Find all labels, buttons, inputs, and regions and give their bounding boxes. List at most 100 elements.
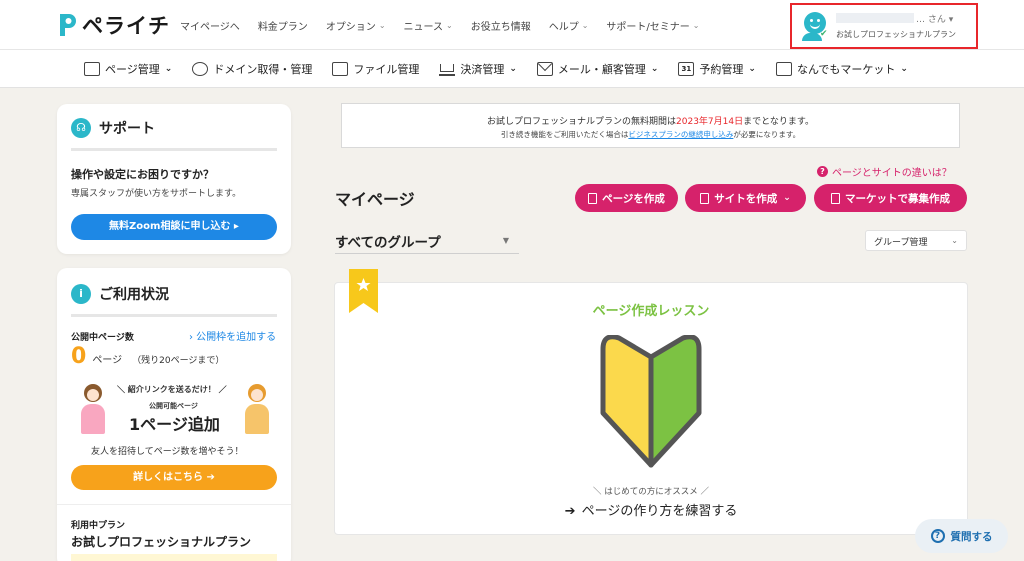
published-count: 0 ページ （残り20ページまで）: [71, 344, 224, 369]
business-plan-link[interactable]: ビジネスプランの継続申し込み: [628, 130, 733, 139]
button-label: ページを作成: [602, 192, 665, 205]
nav-label: マイページへ: [180, 22, 240, 33]
nav-label: お役立ち情報: [470, 22, 531, 33]
practice-link[interactable]: ➔ ページの作り方を練習する: [335, 500, 967, 519]
nav-pricing[interactable]: 料金プラン: [258, 18, 308, 33]
trial-notice: お試しプロフェッショナルプランの無料期間は2023年7月14日までとなります。 …: [341, 103, 960, 148]
chevron-down-icon: ⌄: [783, 193, 791, 203]
question-icon: ?: [930, 529, 945, 543]
headset-icon: ☊: [71, 118, 91, 138]
notice-text: お試しプロフェッショナルプランの無料期間は: [487, 117, 677, 127]
button-label: サイトを作成: [714, 192, 778, 205]
create-site-button[interactable]: サイトを作成 ⌄: [685, 184, 806, 212]
top-header: ペライチ マイページへ 料金プラン オプション ⌄ ニュース ⌄ お役立ち情報 ヘル…: [0, 0, 1024, 50]
published-pages-label: 公開中ページ数: [71, 333, 134, 343]
subnav-mail-customer[interactable]: メール・顧客管理 ⌄: [536, 61, 658, 77]
usage-header: i ご利用状況: [71, 284, 169, 304]
subnav-reservation[interactable]: 31 予約管理 ⌄: [678, 61, 756, 77]
diff-link-label: ページとサイトの違いは？: [832, 168, 952, 179]
group-filter-value: すべてのグループ: [335, 235, 441, 251]
logo-text: ペライチ: [82, 14, 170, 38]
lesson-title: ページ作成レッスン: [592, 304, 710, 319]
subnav-label: ファイル管理: [353, 63, 420, 76]
question-icon: ?: [817, 166, 828, 177]
published-count-value: 0: [71, 344, 87, 369]
subnav-label: メール・顧客管理: [557, 63, 646, 76]
mail-icon: [536, 62, 553, 76]
chevron-down-icon: ⌄: [951, 236, 958, 245]
beginner-mark-icon: [600, 335, 702, 468]
user-plan-label: お試しプロフェッショナルプラン: [836, 30, 956, 39]
page-manage-icon: [84, 62, 100, 76]
subnav-page-management[interactable]: ページ管理 ⌄: [84, 61, 172, 77]
chevron-down-icon: ⌄: [581, 21, 589, 30]
subnav-label: ドメイン取得・管理: [213, 63, 313, 76]
page-title: マイページ: [335, 190, 415, 209]
group-filter-select[interactable]: すべてのグループ ▼: [335, 228, 519, 254]
promo-top-text: ＼ 紹介リンクを送るだけ！ ／: [117, 385, 227, 394]
management-nav: ページ管理 ⌄ ドメイン取得・管理 ファイル管理 決済管理 ⌄ メール・顧客管理 ⌄ …: [0, 50, 1024, 88]
chevron-down-icon: ⌄: [748, 64, 756, 74]
current-plan-name: お試しプロフェッショナルプラン: [71, 535, 252, 549]
user-menu[interactable]: ✔ … さん ▾ お試しプロフェッショナルプラン: [790, 3, 978, 49]
chevron-down-icon: ⌄: [164, 64, 173, 74]
store-icon: [775, 62, 792, 76]
divider: [71, 314, 277, 317]
usage-card: i ご利用状況 公開中ページ数 › 公開枠を追加する 0 ページ （残り20ペー…: [57, 268, 291, 561]
chevron-down-icon: ⌄: [446, 21, 453, 30]
notice-text: が必要になります。: [733, 130, 801, 139]
username-suffix-text: … さん: [916, 15, 946, 25]
add-publish-slot-link[interactable]: › 公開枠を追加する: [189, 328, 276, 343]
details-button[interactable]: 詳しくはこちら ➔: [71, 465, 277, 490]
illustration-girl-right: [241, 382, 273, 436]
page-site-difference-link[interactable]: ? ページとサイトの違いは？: [817, 164, 952, 179]
ask-question-button[interactable]: ? 質問する: [915, 519, 1008, 553]
nav-support-seminar[interactable]: サポート/セミナー ⌄: [606, 18, 699, 33]
nav-label: ニュース: [403, 22, 444, 33]
subnav-market[interactable]: なんでもマーケット ⌄: [775, 61, 908, 77]
page-icon: [588, 192, 598, 204]
subnav-file-management[interactable]: ファイル管理: [332, 61, 419, 77]
chevron-down-icon: ⌄: [900, 64, 908, 74]
nav-mypage[interactable]: マイページへ: [180, 18, 240, 33]
globe-icon: [192, 62, 209, 76]
subnav-domain[interactable]: ドメイン取得・管理: [192, 61, 312, 77]
divider: [71, 148, 277, 151]
username-redacted: [836, 13, 914, 23]
nav-label: 料金プラン: [257, 22, 308, 33]
nav-label: オプション: [325, 22, 376, 33]
plan-info-bar: [71, 554, 277, 561]
subnav-label: なんでもマーケット: [796, 63, 896, 76]
create-page-button[interactable]: ページを作成: [575, 184, 678, 212]
store-icon: [831, 192, 840, 204]
subnav-payment[interactable]: 決済管理 ⌄: [439, 61, 517, 77]
logo[interactable]: ペライチ: [56, 10, 170, 40]
remaining-pages: （残り20ページまで）: [132, 356, 225, 366]
support-description: 専属スタッフが使い方をサポートします。: [71, 189, 242, 199]
notice-line1: お試しプロフェッショナルプランの無料期間は2023年7月14日までとなります。: [342, 114, 959, 127]
caret-down-icon: ▼: [502, 236, 509, 245]
practice-label: ページの作り方を練習する: [581, 504, 738, 519]
market-recruit-button[interactable]: マーケットで募集作成: [814, 184, 967, 212]
group-manage-dropdown[interactable]: グループ管理 ⌄: [865, 230, 967, 251]
lesson-card[interactable]: ページ作成レッスン ＼ はじめての方にオススメ ／ ➔ ページの作り方を練習する: [334, 269, 968, 535]
promo-mid-text: 公開可能ページ: [149, 402, 198, 410]
invite-text: 友人を招待してページ数を増やそう！: [91, 447, 244, 457]
notice-line2: 引き続き機能をご利用いただく場合はビジネスプランの継続申し込みが必要になります。: [342, 129, 959, 140]
zoom-consult-button[interactable]: 無料Zoom相談に申し込む ▸: [71, 214, 277, 240]
chevron-down-icon: ⌄: [378, 21, 386, 30]
support-header: ☊ サポート: [71, 118, 155, 138]
caret-down-icon: ▾: [948, 15, 954, 25]
subnav-label: ページ管理: [105, 63, 160, 76]
nav-options[interactable]: オプション ⌄: [326, 18, 386, 33]
button-label: マーケットで募集作成: [845, 192, 950, 205]
avatar-body: [802, 33, 822, 41]
nav-help[interactable]: ヘルプ ⌄: [549, 18, 589, 33]
divider: [57, 504, 291, 505]
nav-news[interactable]: ニュース ⌄: [404, 18, 453, 33]
promo-big-text: 1ページ追加: [129, 415, 220, 434]
arrow-right-icon: ➔: [564, 504, 576, 519]
referral-banner[interactable]: ＼ 紹介リンクを送るだけ！ ／ 公開可能ページ 1ページ追加: [77, 380, 273, 438]
nav-useful-info[interactable]: お役立ち情報: [471, 18, 531, 33]
nav-label: ヘルプ: [548, 22, 579, 33]
